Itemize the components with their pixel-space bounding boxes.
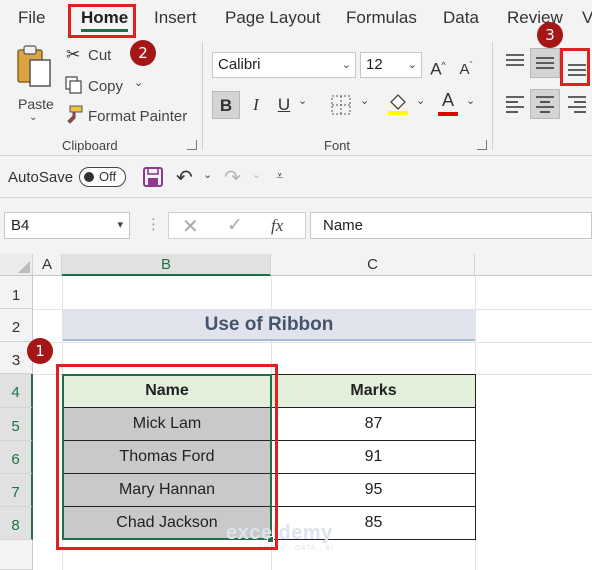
- annotation-badge-1: 1: [27, 338, 53, 364]
- name-box-value: B4: [11, 217, 30, 234]
- align-center-icon: [536, 96, 554, 113]
- font-group-label: Font: [324, 138, 351, 153]
- chevron-down-icon: ⌄: [407, 59, 417, 71]
- paste-dropdown-icon[interactable]: ⌄: [29, 112, 37, 123]
- annotation-box-bottom-align: [560, 48, 590, 86]
- redo-dropdown-icon[interactable]: ⌄: [252, 168, 261, 181]
- cancel-icon[interactable]: ✕: [182, 214, 199, 239]
- format-painter-button[interactable]: Format Painter: [88, 108, 187, 125]
- annotation-badge-2: 2: [130, 40, 156, 66]
- copy-icon: [65, 76, 82, 94]
- cut-icon: ✂: [66, 45, 81, 64]
- row-header-2[interactable]: 2: [0, 309, 33, 342]
- marks-cell[interactable]: 95: [271, 473, 476, 507]
- italic-icon[interactable]: I: [242, 91, 270, 119]
- marks-cell[interactable]: 87: [271, 407, 476, 441]
- formula-buttons: ✕ ✓ fx: [168, 212, 306, 239]
- header-marks-cell[interactable]: Marks: [271, 374, 476, 408]
- undo-dropdown-icon[interactable]: ⌄: [203, 168, 212, 181]
- align-right-icon[interactable]: [565, 92, 589, 116]
- font-name-value: Calibri: [218, 56, 261, 73]
- align-left-icon[interactable]: [503, 92, 527, 116]
- clipboard-group-label: Clipboard: [62, 138, 118, 153]
- paste-label: Paste: [18, 96, 54, 112]
- decrease-font-size-icon[interactable]: Aˇ: [452, 51, 480, 79]
- clipboard-launcher-icon[interactable]: [187, 140, 197, 150]
- formula-bar-grip-icon: ⋮: [146, 216, 161, 233]
- font-color-icon[interactable]: A: [436, 90, 460, 118]
- fill-color-dropdown-icon[interactable]: ⌄: [416, 94, 425, 107]
- save-icon[interactable]: [142, 166, 164, 188]
- customize-qat-icon[interactable]: ⩡: [276, 168, 283, 184]
- select-all-icon: [18, 261, 30, 273]
- toggle-knob: [84, 172, 94, 182]
- quick-access-toolbar: AutoSave Off ↶ ⌄ ↷ ⌄ ⩡: [0, 156, 592, 198]
- font-size-combo[interactable]: 12 ⌄: [360, 52, 422, 78]
- paste-button[interactable]: Paste ⌄: [10, 42, 56, 123]
- tab-formulas[interactable]: Formulas: [346, 8, 417, 28]
- gridline: [33, 342, 592, 343]
- redo-icon[interactable]: ↷: [224, 165, 241, 190]
- underline-icon[interactable]: U: [270, 91, 298, 119]
- sheet-title[interactable]: Use of Ribbon: [63, 309, 475, 341]
- font-color-dropdown-icon[interactable]: ⌄: [466, 94, 475, 107]
- group-separator: [202, 42, 203, 150]
- column-header-blank[interactable]: [475, 254, 592, 276]
- annotation-box-name-range: [56, 364, 278, 550]
- format-painter-icon: [67, 105, 83, 124]
- tab-insert[interactable]: Insert: [154, 8, 197, 28]
- row-header-4[interactable]: 4: [0, 374, 33, 408]
- font-launcher-icon[interactable]: [477, 140, 487, 150]
- middle-align-icon: [536, 57, 554, 69]
- borders-dropdown-icon[interactable]: ⌄: [360, 94, 369, 107]
- autosave-toggle[interactable]: Off: [79, 167, 126, 187]
- copy-dropdown-icon[interactable]: ⌄: [134, 76, 143, 89]
- borders-icon[interactable]: [330, 94, 352, 116]
- column-header-b[interactable]: B: [62, 254, 271, 276]
- insert-function-icon[interactable]: fx: [271, 216, 283, 236]
- chevron-down-icon: ⌄: [341, 59, 351, 71]
- increase-font-size-icon[interactable]: A^: [424, 51, 452, 79]
- name-box[interactable]: B4 ▾: [4, 212, 130, 239]
- annotation-box-home: [68, 4, 136, 38]
- tab-file[interactable]: File: [18, 8, 45, 28]
- select-all-corner[interactable]: [0, 254, 33, 276]
- group-separator: [492, 42, 493, 150]
- tab-page-layout[interactable]: Page Layout: [225, 8, 320, 28]
- bold-icon[interactable]: B: [212, 91, 240, 119]
- tab-view[interactable]: V: [582, 8, 592, 28]
- align-center-button[interactable]: [530, 89, 560, 119]
- undo-icon[interactable]: ↶: [176, 165, 193, 190]
- row-header-5[interactable]: 5: [0, 408, 33, 441]
- row-header-blank[interactable]: [0, 540, 33, 570]
- fill-color-icon[interactable]: [386, 90, 410, 116]
- copy-button[interactable]: Copy: [88, 78, 123, 95]
- enter-icon[interactable]: ✓: [227, 214, 243, 237]
- row-header-7[interactable]: 7: [0, 474, 33, 507]
- font-name-combo[interactable]: Calibri ⌄: [212, 52, 356, 78]
- paste-icon: [17, 45, 51, 87]
- row-header-8[interactable]: 8: [0, 507, 33, 540]
- formula-input[interactable]: Name: [310, 212, 592, 239]
- marks-cell[interactable]: 91: [271, 440, 476, 474]
- column-header-c[interactable]: C: [271, 254, 475, 276]
- font-size-value: 12: [366, 56, 383, 73]
- column-header-a[interactable]: A: [33, 254, 62, 276]
- top-align-icon[interactable]: [503, 50, 527, 74]
- underline-dropdown-icon[interactable]: ⌄: [298, 94, 307, 107]
- formula-bar: B4 ▾ ⋮ ✕ ✓ fx Name: [0, 198, 592, 254]
- tab-data[interactable]: Data: [443, 8, 479, 28]
- row-header-1[interactable]: 1: [0, 276, 33, 309]
- annotation-badge-3: 3: [537, 22, 563, 48]
- cut-button[interactable]: Cut: [88, 47, 111, 64]
- autosave-label: AutoSave: [8, 169, 74, 186]
- ribbon: Paste ⌄ ✂ Cut Copy ⌄ Format Painter Clip…: [0, 34, 592, 156]
- middle-align-button[interactable]: [530, 48, 560, 78]
- row-header-6[interactable]: 6: [0, 441, 33, 474]
- autosave-toggle-state: Off: [99, 169, 117, 184]
- chevron-down-icon: ▾: [117, 219, 123, 231]
